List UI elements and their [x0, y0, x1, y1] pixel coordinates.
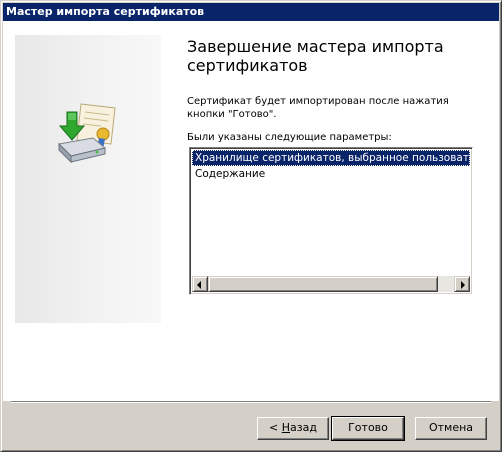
parameters-label: Были указаны следующие параметры: — [187, 132, 392, 143]
horizontal-scrollbar[interactable] — [192, 276, 470, 292]
wizard-side-panel — [15, 35, 161, 323]
back-button-prefix: < — [269, 421, 282, 434]
arrow-left-icon — [197, 281, 201, 289]
cancel-button[interactable]: Отмена — [415, 417, 487, 440]
wizard-content: Завершение мастера импорта сертификатов … — [3, 21, 499, 401]
back-button[interactable]: < Назад — [257, 417, 329, 440]
list-item-certificate-store[interactable]: Хранилище сертификатов, выбранное пользо… — [192, 150, 470, 166]
scroll-right-button[interactable] — [454, 276, 470, 292]
list-item-content[interactable]: Содержание — [192, 166, 470, 182]
arrow-right-icon — [461, 281, 465, 289]
title-bar[interactable]: Мастер импорта сертификатов — [3, 3, 499, 21]
certificate-import-icon — [57, 103, 116, 164]
certificate-import-wizard-window: Мастер импорта сертификатов Завершение м… — [0, 0, 502, 452]
parameters-list[interactable]: Хранилище сертификатов, выбранное пользо… — [189, 147, 473, 295]
completion-description: Сертификат будет импортирован после нажа… — [187, 96, 449, 120]
back-button-label: азад — [290, 421, 317, 434]
window-title: Мастер импорта сертификатов — [6, 5, 205, 18]
finish-button[interactable]: Готово — [331, 416, 405, 441]
footer-separator — [11, 401, 491, 403]
back-button-accelerator: Н — [281, 421, 291, 434]
page-heading: Завершение мастера импорта сертификатов — [187, 37, 444, 75]
scrollbar-thumb[interactable] — [208, 276, 438, 292]
scroll-left-button[interactable] — [192, 276, 208, 292]
